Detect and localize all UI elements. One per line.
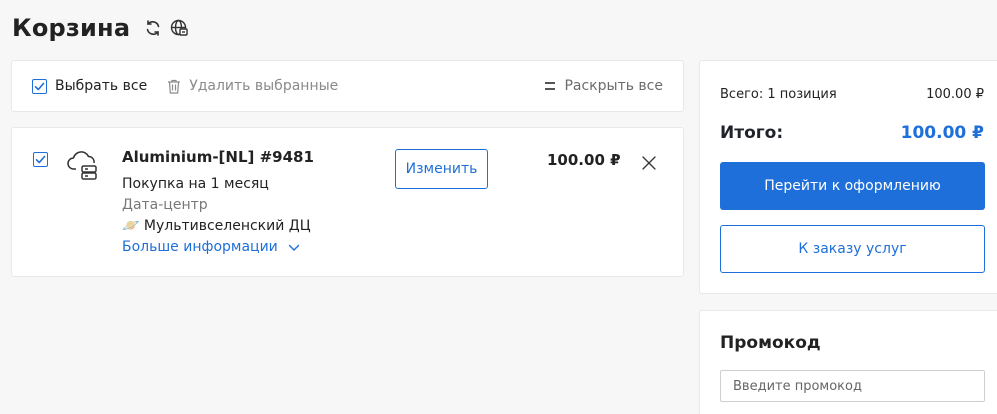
expand-all-button[interactable]: Раскрыть все (544, 78, 663, 94)
summary-total-label: Всего: 1 позиция (720, 87, 837, 102)
cloud-server-icon (67, 150, 101, 186)
delete-selected-label: Удалить выбранные (189, 78, 339, 94)
item-price: 100.00 ₽ (547, 151, 621, 169)
planet-icon: 🪐 (122, 218, 140, 234)
item-checkbox[interactable] (33, 152, 48, 167)
expand-all-label: Раскрыть все (564, 78, 663, 94)
checkout-button[interactable]: Перейти к оформлению (720, 162, 985, 210)
cart-toolbar: Выбрать все Удалить выбранные Раскрыть в… (11, 60, 684, 112)
item-datacenter-name: Мультивселенский ДЦ (143, 218, 311, 234)
more-info-label: Больше информации (122, 239, 278, 255)
delete-selected-button[interactable]: Удалить выбранные (167, 78, 338, 94)
expand-icon (544, 80, 556, 92)
summary-total-value: 100.00 ₽ (926, 87, 984, 102)
promo-code-section: Промокод (699, 310, 997, 414)
select-all-checkbox[interactable] (32, 78, 47, 94)
promo-title: Промокод (720, 333, 821, 353)
trash-icon (167, 79, 181, 94)
refresh-icon[interactable] (144, 19, 162, 37)
page-header: Корзина (12, 14, 188, 42)
chevron-down-icon (288, 244, 300, 252)
item-name: Aluminium-[NL] #9481 (122, 148, 314, 166)
item-datacenter-label: Дата-центр (122, 197, 208, 213)
select-all-toggle[interactable]: Выбрать все (32, 78, 147, 94)
item-datacenter: 🪐 Мультивселенский ДЦ (122, 216, 314, 237)
more-info-link[interactable]: Больше информации (122, 237, 314, 258)
change-item-button[interactable]: Изменить (395, 149, 488, 189)
page-title: Корзина (12, 14, 131, 42)
item-details: Aluminium-[NL] #9481 Покупка на 1 месяц … (122, 148, 314, 258)
item-period: Покупка на 1 месяц (122, 176, 269, 192)
promo-code-input[interactable] (720, 370, 985, 402)
summary-total-row: Всего: 1 позиция 100.00 ₽ (720, 87, 984, 102)
select-all-label: Выбрать все (55, 78, 148, 94)
cart-page: Корзина Выбрать все Удалить выбранные Ра… (0, 0, 997, 414)
summary-grand-value: 100.00 ₽ (900, 123, 984, 143)
globe-icon[interactable] (170, 19, 188, 37)
remove-item-icon[interactable] (641, 155, 657, 171)
order-summary: Всего: 1 позиция 100.00 ₽ Итого: 100.00 … (699, 60, 997, 294)
cart-item: Aluminium-[NL] #9481 Покупка на 1 месяц … (11, 127, 684, 277)
order-services-button[interactable]: К заказу услуг (720, 225, 985, 273)
summary-grand-label: Итого: (720, 123, 784, 143)
summary-grand-row: Итого: 100.00 ₽ (720, 123, 984, 143)
